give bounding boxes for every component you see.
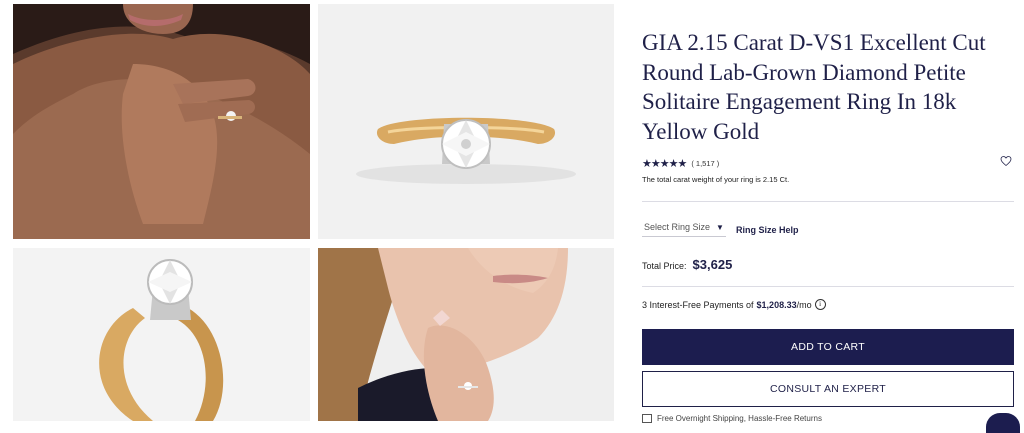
chat-icon[interactable]	[986, 413, 1020, 433]
box-icon	[642, 414, 652, 423]
gallery-image-model-profile[interactable]	[318, 248, 614, 421]
star-icon: ★★★★★	[642, 158, 687, 170]
shipping-note-text: Free Overnight Shipping, Hassle-Free Ret…	[657, 414, 822, 423]
installments-info: 3 Interest-Free Payments of $1,208.33/mo…	[642, 299, 826, 310]
info-icon[interactable]: i	[814, 299, 826, 310]
chevron-down-icon: ▼	[716, 222, 724, 232]
gallery-image-ring-front[interactable]	[318, 4, 614, 239]
product-rating[interactable]: ★★★★★ ( 1,517 )	[642, 157, 719, 170]
ring-size-select-label: Select Ring Size	[644, 222, 711, 232]
price-label: Total Price:	[642, 261, 687, 271]
add-to-cart-button[interactable]: ADD TO CART	[642, 329, 1014, 365]
product-details-panel: GIA 2.15 Carat D-VS1 Excellent Cut Round…	[642, 0, 1014, 423]
review-count[interactable]: ( 1,517 )	[691, 159, 719, 168]
heart-icon[interactable]	[1000, 155, 1012, 167]
model-hand-photo	[13, 4, 310, 239]
gallery-image-model-hand[interactable]	[13, 4, 310, 239]
ring-size-row: Select Ring Size ▼ Ring Size Help	[642, 222, 798, 237]
divider	[642, 286, 1014, 287]
installments-amount: $1,208.33	[756, 299, 797, 310]
product-title: GIA 2.15 Carat D-VS1 Excellent Cut Round…	[642, 30, 986, 144]
installments-suffix: /mo	[796, 299, 812, 310]
shipping-note: Free Overnight Shipping, Hassle-Free Ret…	[642, 414, 822, 423]
gallery-image-ring-angled[interactable]	[13, 248, 310, 421]
divider	[642, 201, 1014, 202]
total-price: $3,625	[692, 257, 733, 272]
ring-size-help-link[interactable]: Ring Size Help	[736, 225, 799, 235]
carat-weight-note: The total carat weight of your ring is 2…	[642, 175, 790, 184]
installments-prefix: 3 Interest-Free Payments of	[642, 299, 754, 310]
ring-front-photo	[318, 4, 614, 239]
product-image-gallery	[0, 0, 626, 421]
price-row: Total Price: $3,625	[642, 257, 732, 272]
ring-angled-photo	[13, 248, 310, 421]
model-profile-photo	[318, 248, 614, 421]
consult-expert-button[interactable]: CONSULT AN EXPERT	[642, 371, 1014, 407]
ring-size-select[interactable]: Select Ring Size ▼	[642, 222, 726, 237]
